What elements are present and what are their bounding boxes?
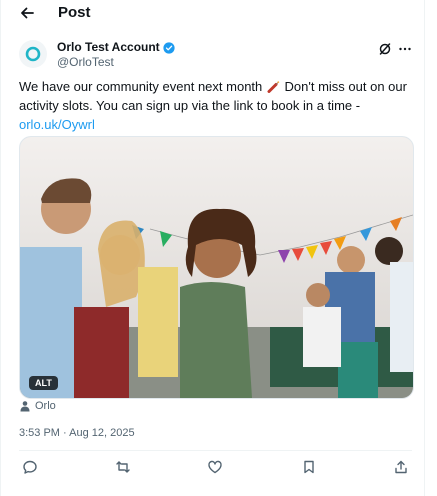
tweet-text-main: We have our community event next month (19, 79, 263, 94)
verified-badge-icon[interactable] (163, 41, 175, 54)
action-bar (19, 459, 412, 479)
heart-icon[interactable] (207, 459, 225, 477)
tweet-text: We have our community event next month D… (19, 77, 414, 134)
media-photo[interactable]: ALT (19, 136, 414, 399)
frame-border-left (0, 0, 1, 496)
bookmark-icon[interactable] (301, 459, 319, 477)
party-photo-illustration (20, 137, 413, 398)
share-icon[interactable] (393, 459, 411, 477)
firecracker-emoji-icon (267, 79, 280, 93)
tweet-link[interactable]: orlo.uk/Oywrl (19, 117, 95, 132)
header: Post (0, 0, 424, 27)
frame-border-right (424, 0, 425, 496)
divider (19, 450, 412, 451)
post-timestamp[interactable]: 3:53 PM · Aug 12, 2025 (19, 427, 135, 439)
arrow-left-icon[interactable] (18, 4, 36, 22)
author-handle[interactable]: @OrloTest (57, 55, 114, 69)
avatar[interactable] (19, 40, 47, 68)
author-display-name[interactable]: Orlo Test Account (57, 40, 160, 54)
more-icon[interactable] (398, 42, 412, 56)
reply-icon[interactable] (22, 459, 40, 477)
grok-icon[interactable] (378, 42, 392, 56)
person-icon (19, 400, 31, 412)
source-row: Orlo (19, 400, 56, 412)
page-title: Post (58, 4, 91, 21)
repost-icon[interactable] (115, 459, 133, 477)
source-label[interactable]: Orlo (35, 400, 56, 412)
author-name-row[interactable]: Orlo Test Account (57, 40, 175, 54)
alt-text-badge[interactable]: ALT (29, 376, 58, 390)
